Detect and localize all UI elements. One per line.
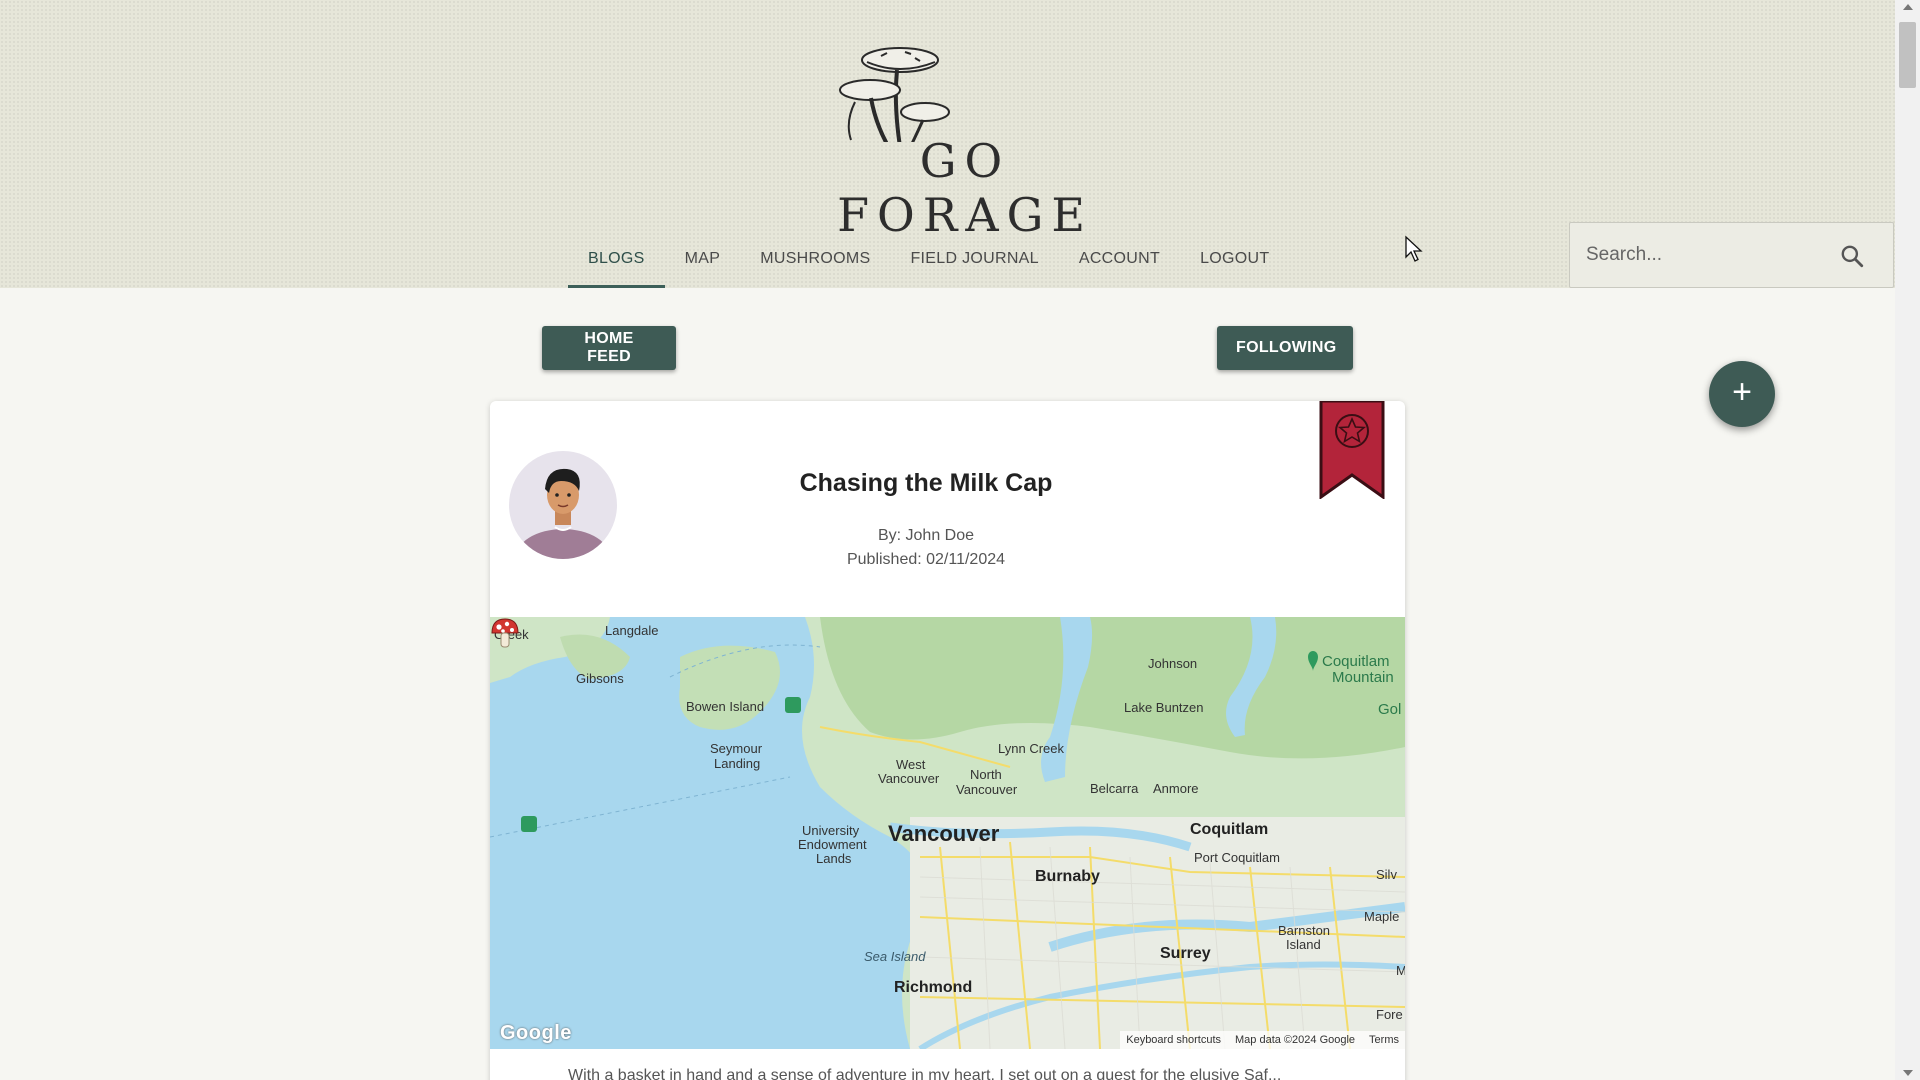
map-label-coquitlam-mountain: Coquitlam [1322,653,1390,670]
search-icon[interactable] [1839,243,1865,269]
nav-map[interactable]: MAP [665,230,741,288]
map-label-lynn-creek: Lynn Creek [998,741,1064,756]
nav-account[interactable]: ACCOUNT [1059,230,1180,288]
map-label-lands: Lands [816,851,852,866]
map-label-mountain: Mountain [1332,669,1394,686]
nav-mushrooms[interactable]: MUSHROOMS [740,230,890,288]
map-label-barnston: Barnston [1278,923,1331,938]
logo-wordmark: GO FORAGE [837,134,1093,242]
map-label-silv: Silv [1376,867,1397,882]
post-published-date: Published: 02/11/2024 [846,551,1006,568]
mushroom-marker-icon[interactable] [490,617,520,651]
map-label-seymour: Seymour [710,741,763,756]
nav-field-journal[interactable]: FIELD JOURNAL [890,230,1058,288]
map-label-maple: Maple [1364,909,1400,924]
scroll-down-icon[interactable] [1903,1070,1913,1076]
page-scrollbar[interactable] [1895,0,1920,1080]
scroll-up-icon[interactable] [1903,4,1913,10]
search-input[interactable] [1586,223,1846,287]
following-button[interactable]: FOLLOWING [1217,326,1353,370]
map-label-endowment: Endowment [798,837,867,852]
google-logo: Google [500,1022,572,1044]
map-label-north: North [970,767,1002,782]
post-title[interactable]: Chasing the Milk Cap [490,469,1362,498]
map-label-lake-buntzen: Lake Buntzen [1124,700,1204,715]
site-header: GO FORAGE BLOGS MAP MUSHROOMS FIELD JOUR… [0,0,1895,288]
map-label-langdale: Langdale [605,623,659,638]
keyboard-shortcuts-link[interactable]: Keyboard shortcuts [1126,1031,1221,1049]
map-label-port-coquitlam: Port Coquitlam [1194,850,1280,865]
home-feed-button[interactable]: HOME FEED [542,326,676,370]
map-label-west: West [896,757,926,772]
map-label-coquitlam: Coquitlam [1190,821,1269,838]
map-label-burnaby: Burnaby [1035,868,1100,885]
post-excerpt: With a basket in hand and a sense of adv… [568,1067,1282,1080]
mouse-cursor-icon [1405,235,1423,262]
map-label-johnson: Johnson [1148,656,1198,671]
nav-logout[interactable]: LOGOUT [1180,230,1289,288]
bookmark-icon[interactable] [1319,401,1385,499]
map-label-anmore: Anmore [1153,781,1199,796]
map-label-belcarra: Belcarra [1090,781,1139,796]
post-location-map[interactable]: Creek Langdale Gibsons Bowen Island Seym… [490,617,1405,1049]
map-label-gibsons: Gibsons [576,671,624,686]
map-label-island: Island [1286,937,1321,952]
map-label-richmond: Richmond [894,979,973,996]
site-logo[interactable]: GO FORAGE [785,42,1145,242]
terms-link[interactable]: Terms [1369,1031,1399,1049]
blog-post-card: Chasing the Milk Cap By: John Doe Publis… [490,401,1405,1080]
add-post-button[interactable]: + [1709,361,1775,427]
map-data-attribution: Map data ©2024 Google [1235,1034,1356,1046]
search-box [1569,222,1894,288]
map-label-surrey: Surrey [1160,945,1211,962]
map-label-gol: Gol [1378,701,1402,718]
scroll-thumb[interactable] [1899,22,1916,88]
map-label-north-vancouver: Vancouver [956,782,1018,797]
map-label-west-vancouver: Vancouver [878,771,940,786]
map-label-sea-island: Sea Island [864,949,926,964]
post-author: By: John Doe [877,527,975,544]
map-label-bowen-island: Bowen Island [686,699,765,714]
mushroom-logo-icon [839,47,950,165]
map-label-landing: Landing [714,756,761,771]
map-label-university: University [802,823,860,838]
map-label-vancouver: Vancouver [888,821,1000,846]
map-label-fore: Fore [1376,1007,1403,1022]
map-footer: Keyboard shortcuts Map data ©2024 Google… [1120,1031,1405,1049]
nav-blogs[interactable]: BLOGS [568,230,665,288]
main-nav: BLOGS MAP MUSHROOMS FIELD JOURNAL ACCOUN… [568,230,1289,288]
map-label-m: M [1396,963,1405,978]
